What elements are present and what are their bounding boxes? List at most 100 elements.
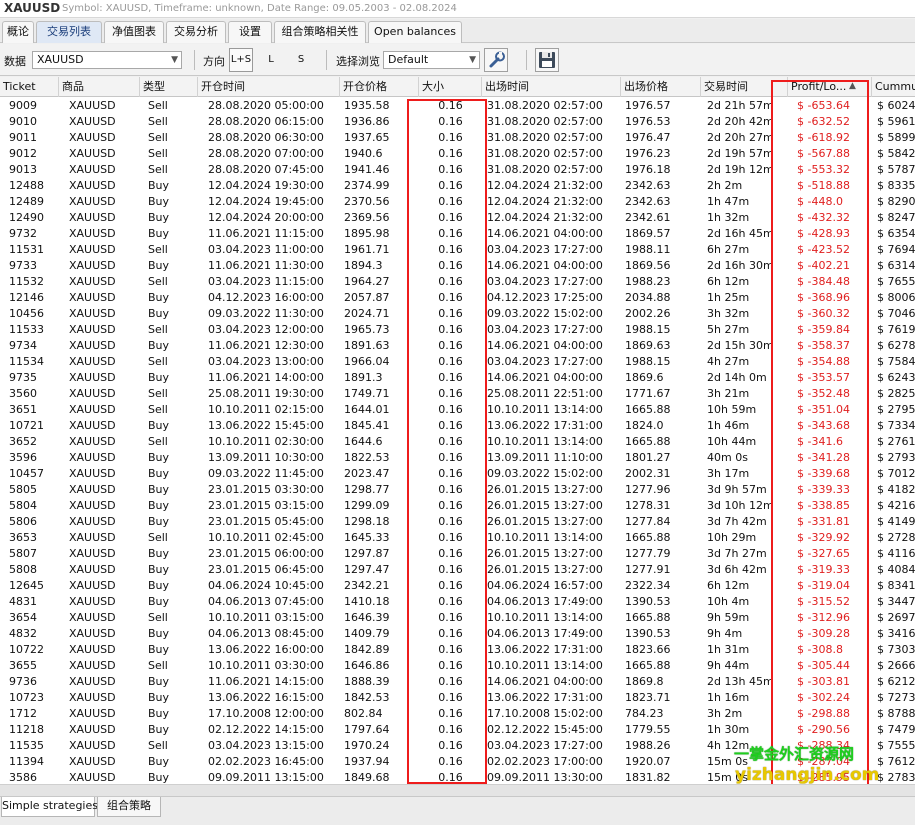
- tab-settings[interactable]: 设置: [228, 21, 272, 43]
- table-row[interactable]: 3651 XAUUSD Sell 10.10.2011 02:15:00 1644.01…: [0, 402, 915, 418]
- cell-symbol: XAUUSD: [69, 771, 116, 784]
- table-row[interactable]: 9009 XAUUSD Sell 28.08.2020 05:00:00 1935.58…: [0, 98, 915, 114]
- direction-long-short-button[interactable]: L+S: [229, 48, 253, 72]
- cell-open-price: 2342.21: [344, 579, 390, 592]
- table-row[interactable]: 5805 XAUUSD Buy 23.01.2015 03:30:00 1298.77 0…: [0, 482, 915, 498]
- table-row[interactable]: 9735 XAUUSD Buy 11.06.2021 14:00:00 1891.3 0.…: [0, 370, 915, 386]
- table-row[interactable]: 10457 XAUUSD Buy 09.03.2022 11:45:00 2023.47…: [0, 466, 915, 482]
- table-row[interactable]: 4831 XAUUSD Buy 04.06.2013 07:45:00 1410.18 0…: [0, 594, 915, 610]
- cell-ticket: 9734: [9, 339, 37, 352]
- cell-duration: 9h 4m: [707, 627, 743, 640]
- cell-profit-loss: $ -303.81: [797, 675, 850, 688]
- cell-exit-price: 1988.11: [625, 243, 671, 256]
- column-header-profit-loss[interactable]: Profit/Lo...: [788, 77, 872, 97]
- column-header-duration[interactable]: 交易时间: [701, 77, 788, 97]
- tab-portfolio-correlation[interactable]: 组合策略相关性: [274, 21, 366, 43]
- direction-long-button[interactable]: L: [260, 48, 282, 72]
- cell-duration: 6h 12m: [707, 275, 750, 288]
- table-row[interactable]: 1712 XAUUSD Buy 17.10.2008 12:00:00 802.84 0.…: [0, 706, 915, 722]
- table-row[interactable]: 3655 XAUUSD Sell 10.10.2011 03:30:00 1646.86…: [0, 658, 915, 674]
- column-header-open-price[interactable]: 开仓价格: [340, 77, 419, 97]
- column-header-size[interactable]: 大小: [419, 77, 482, 97]
- table-row[interactable]: 11218 XAUUSD Buy 02.12.2022 14:15:00 1797.64…: [0, 722, 915, 738]
- table-row[interactable]: 10721 XAUUSD Buy 13.06.2022 15:45:00 1845.41…: [0, 418, 915, 434]
- column-header-cumulative[interactable]: Cummula: [872, 77, 915, 97]
- table-row[interactable]: 11534 XAUUSD Sell 03.04.2023 13:00:00 1966.0…: [0, 354, 915, 370]
- cell-exit-price: 1823.71: [625, 691, 671, 704]
- cell-exit-price: 1665.88: [625, 435, 671, 448]
- cell-exit-time: 03.04.2023 17:27:00: [487, 355, 603, 368]
- table-row[interactable]: 10456 XAUUSD Buy 09.03.2022 11:30:00 2024.71…: [0, 306, 915, 322]
- cell-type: Buy: [148, 675, 170, 688]
- cell-open-price: 1646.86: [344, 659, 390, 672]
- table-row[interactable]: 3560 XAUUSD Sell 25.08.2011 19:30:00 1749.71…: [0, 386, 915, 402]
- table-row[interactable]: 9011 XAUUSD Sell 28.08.2020 06:30:00 1937.65…: [0, 130, 915, 146]
- table-row[interactable]: 9013 XAUUSD Sell 28.08.2020 07:45:00 1941.46…: [0, 162, 915, 178]
- cell-exit-price: 1831.82: [625, 771, 671, 784]
- cell-ticket: 10457: [9, 467, 44, 480]
- direction-short-button[interactable]: S: [290, 48, 312, 72]
- column-header-open-time[interactable]: 开仓时间: [198, 77, 340, 97]
- table-row[interactable]: 3654 XAUUSD Sell 10.10.2011 03:15:00 1646.39…: [0, 610, 915, 626]
- tab-overview[interactable]: 概论: [2, 21, 34, 43]
- cell-cumulative: $ 27616: [877, 435, 915, 448]
- cell-exit-time: 14.06.2021 04:00:00: [487, 259, 603, 272]
- table-row[interactable]: 12490 XAUUSD Buy 12.04.2024 20:00:00 2369.56…: [0, 210, 915, 226]
- table-row[interactable]: 12489 XAUUSD Buy 12.04.2024 19:45:00 2370.56…: [0, 194, 915, 210]
- cell-type: Sell: [148, 355, 168, 368]
- table-row[interactable]: 11532 XAUUSD Sell 03.04.2023 11:15:00 1964.2…: [0, 274, 915, 290]
- cell-duration: 5h 27m: [707, 323, 750, 336]
- cell-duration: 2d 14h 0m: [707, 371, 767, 384]
- cell-open-price: 1895.98: [344, 227, 390, 240]
- cell-open-price: 1299.09: [344, 499, 390, 512]
- column-header-exit-price[interactable]: 出场价格: [621, 77, 701, 97]
- cell-cumulative: $ 40848: [877, 563, 915, 576]
- cell-symbol: XAUUSD: [69, 691, 116, 704]
- table-row[interactable]: 10723 XAUUSD Buy 13.06.2022 16:15:00 1842.53…: [0, 690, 915, 706]
- table-row[interactable]: 11531 XAUUSD Sell 03.04.2023 11:00:00 1961.7…: [0, 242, 915, 258]
- table-row[interactable]: 3596 XAUUSD Buy 13.09.2011 10:30:00 1822.53 0…: [0, 450, 915, 466]
- table-row[interactable]: 11533 XAUUSD Sell 03.04.2023 12:00:00 1965.7…: [0, 322, 915, 338]
- cell-duration: 10h 4m: [707, 595, 750, 608]
- cell-exit-price: 1779.55: [625, 723, 671, 736]
- column-header-ticket[interactable]: Ticket: [0, 77, 59, 97]
- table-row[interactable]: 5808 XAUUSD Buy 23.01.2015 06:45:00 1297.47 0…: [0, 562, 915, 578]
- save-csv-button[interactable]: [535, 48, 559, 72]
- table-row[interactable]: 9733 XAUUSD Buy 11.06.2021 11:30:00 1894.3 0.…: [0, 258, 915, 274]
- table-row[interactable]: 5804 XAUUSD Buy 23.01.2015 03:15:00 1299.09 0…: [0, 498, 915, 514]
- table-row[interactable]: 10722 XAUUSD Buy 13.06.2022 16:00:00 1842.89…: [0, 642, 915, 658]
- table-row[interactable]: 9734 XAUUSD Buy 11.06.2021 12:30:00 1891.63 0…: [0, 338, 915, 354]
- cell-cumulative: $ 62784: [877, 339, 915, 352]
- wrench-button[interactable]: [484, 48, 508, 72]
- tab-trade-list[interactable]: 交易列表: [36, 21, 102, 43]
- table-row[interactable]: 9736 XAUUSD Buy 11.06.2021 14:15:00 1888.39 0…: [0, 674, 915, 690]
- table-row[interactable]: 5807 XAUUSD Buy 23.01.2015 06:00:00 1297.87 0…: [0, 546, 915, 562]
- cell-exit-time: 26.01.2015 13:27:00: [487, 483, 603, 496]
- table-row[interactable]: 9732 XAUUSD Buy 11.06.2021 11:15:00 1895.98 0…: [0, 226, 915, 242]
- data-select[interactable]: XAUUSD ▼: [32, 51, 182, 69]
- table-row[interactable]: 3653 XAUUSD Sell 10.10.2011 02:45:00 1645.33…: [0, 530, 915, 546]
- table-row[interactable]: 3652 XAUUSD Sell 10.10.2011 02:30:00 1644.6 0…: [0, 434, 915, 450]
- tab-open-balances[interactable]: Open balances: [368, 21, 462, 43]
- cell-exit-time: 12.04.2024 21:32:00: [487, 195, 603, 208]
- table-row[interactable]: 5806 XAUUSD Buy 23.01.2015 05:45:00 1298.18 0…: [0, 514, 915, 530]
- browse-select[interactable]: Default ▼: [383, 51, 480, 69]
- horizontal-scrollbar[interactable]: [0, 784, 915, 796]
- tab-simple-strategies[interactable]: Simple strategies: [1, 797, 98, 817]
- cell-size: 0.16: [438, 483, 463, 496]
- tab-trade-analysis[interactable]: 交易分析: [166, 21, 226, 43]
- cell-duration: 3d 10h 12m: [707, 499, 774, 512]
- cell-exit-time: 10.10.2011 13:14:00: [487, 659, 603, 672]
- table-row[interactable]: 12488 XAUUSD Buy 12.04.2024 19:30:00 2374.99…: [0, 178, 915, 194]
- tab-equity-chart[interactable]: 净值图表: [104, 21, 164, 43]
- table-row[interactable]: 12146 XAUUSD Buy 04.12.2023 16:00:00 2057.87…: [0, 290, 915, 306]
- column-header-type[interactable]: 类型: [140, 77, 198, 97]
- tab-portfolio-strategies[interactable]: 组合策略: [97, 797, 161, 817]
- table-row[interactable]: 12645 XAUUSD Buy 04.06.2024 10:45:00 2342.21…: [0, 578, 915, 594]
- cell-type: Buy: [148, 499, 170, 512]
- table-row[interactable]: 9010 XAUUSD Sell 28.08.2020 06:15:00 1936.86…: [0, 114, 915, 130]
- table-row[interactable]: 9012 XAUUSD Sell 28.08.2020 07:00:00 1940.6 0…: [0, 146, 915, 162]
- column-header-exit-time[interactable]: 出场时间: [482, 77, 621, 97]
- column-header-symbol[interactable]: 商品: [59, 77, 140, 97]
- table-row[interactable]: 4832 XAUUSD Buy 04.06.2013 08:45:00 1409.79 0…: [0, 626, 915, 642]
